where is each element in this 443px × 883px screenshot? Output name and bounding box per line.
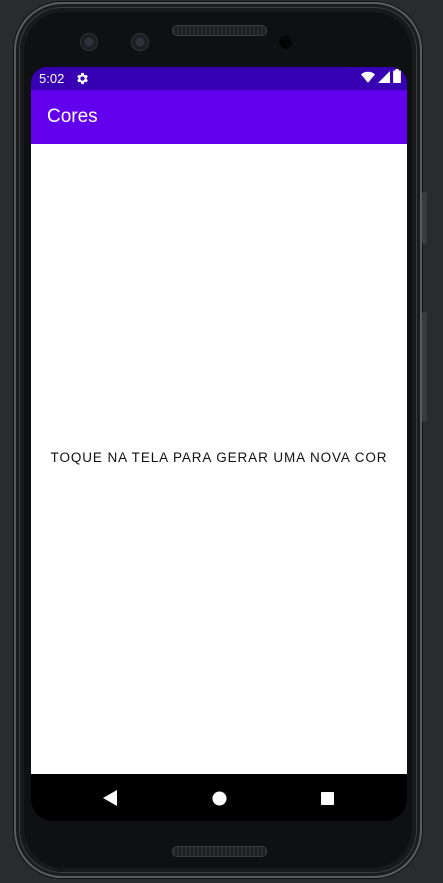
proximity-sensor: [279, 36, 292, 49]
status-icons: [361, 69, 401, 88]
emulator-background: 5:02 Cores TOQUE NA TELA PARA GERAR UMA …: [0, 0, 443, 883]
wifi-icon: [361, 70, 375, 88]
battery-icon: [393, 69, 401, 88]
recents-icon[interactable]: [318, 789, 336, 807]
power-button[interactable]: [422, 192, 427, 244]
color-touch-area[interactable]: TOQUE NA TELA PARA GERAR UMA NOVA COR: [31, 144, 407, 774]
front-camera-icon: [131, 33, 149, 51]
earpiece-speaker: [172, 25, 267, 36]
status-time: 5:02: [39, 71, 65, 86]
app-title: Cores: [47, 106, 98, 127]
app-bar: Cores: [31, 90, 407, 144]
front-camera-icon: [80, 33, 98, 51]
signal-icon: [378, 70, 390, 88]
settings-icon: [75, 71, 90, 86]
navigation-bar: [31, 774, 407, 821]
bottom-speaker: [172, 846, 267, 857]
status-bar: 5:02: [31, 67, 407, 90]
instruction-text: TOQUE NA TELA PARA GERAR UMA NOVA COR: [50, 450, 388, 465]
volume-button[interactable]: [422, 312, 427, 422]
back-icon[interactable]: [101, 789, 119, 807]
device-screen: 5:02 Cores TOQUE NA TELA PARA GERAR UMA …: [31, 67, 407, 821]
home-icon[interactable]: [210, 789, 228, 807]
